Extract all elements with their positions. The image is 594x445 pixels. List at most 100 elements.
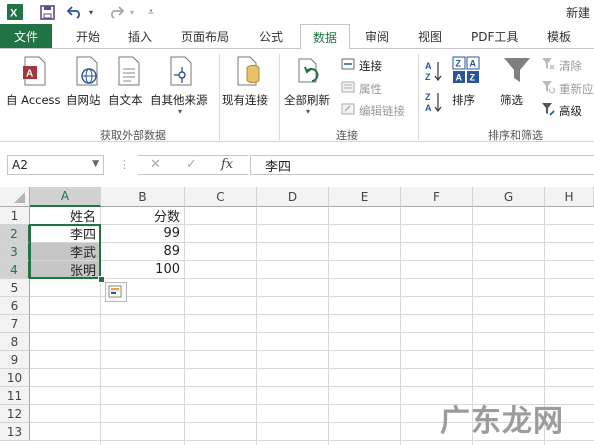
advanced-filter-button[interactable]: 高级 — [541, 102, 582, 119]
tab-home[interactable]: 开始 — [76, 24, 100, 48]
name-box-dropdown-icon[interactable]: ▼ — [92, 159, 99, 169]
sort-dialog-icon: ZAAZ — [452, 56, 482, 87]
redo-icon[interactable] — [107, 3, 125, 21]
other-sources-icon — [168, 56, 214, 89]
edit-links-button[interactable]: 编辑链接 — [341, 102, 405, 119]
row-header-2[interactable]: 2 — [0, 225, 30, 243]
from-web-label: 自网站 — [66, 93, 101, 107]
cell-B4[interactable]: 100 — [101, 261, 185, 279]
row-header-6[interactable]: 6 — [0, 297, 30, 315]
filter-label: 筛选 — [500, 93, 523, 107]
connections-label: 连接 — [359, 58, 382, 73]
tab-formulas[interactable]: 公式 — [259, 24, 283, 48]
tab-review[interactable]: 审阅 — [365, 24, 389, 48]
row-header-7[interactable]: 7 — [0, 315, 30, 333]
redo-dropdown-icon[interactable]: ▾ — [127, 3, 137, 21]
row-header-10[interactable]: 10 — [0, 369, 30, 387]
row-header-3[interactable]: 3 — [0, 243, 30, 261]
tab-insert[interactable]: 插入 — [128, 24, 152, 48]
sort-descending-button[interactable]: ZA — [425, 91, 443, 113]
svg-text:A: A — [425, 103, 432, 113]
quick-analysis-icon — [108, 285, 122, 298]
filter-funnel-icon — [503, 56, 534, 87]
column-header-C[interactable]: C — [185, 187, 257, 207]
ribbon-separator — [418, 54, 419, 140]
column-header-H[interactable]: H — [545, 187, 594, 207]
advanced-filter-label: 高级 — [559, 103, 582, 118]
row-header-11[interactable]: 11 — [0, 387, 30, 405]
cell-B1[interactable]: 分数 — [101, 207, 185, 225]
column-header-E[interactable]: E — [329, 187, 401, 207]
sort-descending-icon: ZA — [425, 92, 442, 113]
formula-input[interactable]: 李四 — [250, 155, 594, 175]
edit-links-label: 编辑链接 — [359, 103, 405, 118]
sort-ascending-button[interactable]: AZ — [425, 60, 443, 82]
refresh-all-button[interactable]: 全部刷新 ▾ — [284, 56, 336, 116]
tab-pdf-tools[interactable]: PDF工具 — [471, 24, 518, 48]
filter-button[interactable]: 筛选 — [500, 56, 534, 108]
column-header-B[interactable]: B — [101, 187, 185, 207]
insert-function-icon[interactable]: fx — [221, 157, 233, 172]
properties-button[interactable]: 属性 — [341, 80, 382, 97]
sort-label: 排序 — [452, 93, 475, 107]
refresh-all-label: 全部刷新 — [284, 93, 330, 107]
fill-handle[interactable] — [98, 276, 105, 283]
row-header-13[interactable]: 13 — [0, 423, 30, 441]
advanced-filter-icon — [541, 102, 555, 119]
tab-page-layout[interactable]: 页面布局 — [181, 24, 229, 48]
name-box[interactable]: A2 ▼ — [7, 155, 104, 175]
quick-analysis-button[interactable] — [105, 282, 127, 302]
row-header-8[interactable]: 8 — [0, 333, 30, 351]
svg-text:X: X — [10, 8, 18, 20]
cell-A2[interactable]: 李四 — [30, 225, 101, 243]
tab-view[interactable]: 视图 — [418, 24, 442, 48]
ribbon-separator — [219, 54, 220, 140]
column-header-A[interactable]: A — [30, 187, 101, 207]
watermark: 广东龙网 — [440, 404, 564, 439]
row-header-5[interactable]: 5 — [0, 279, 30, 297]
from-other-sources-button[interactable]: 自其他来源 ▾ — [150, 56, 214, 116]
from-access-button[interactable]: A 自 Access — [6, 56, 64, 108]
formula-bar-grip-icon: ⋮ — [119, 158, 130, 171]
cell-A3[interactable]: 李武 — [30, 243, 101, 261]
row-header-4[interactable]: 4 — [0, 261, 30, 279]
row-header-12[interactable]: 12 — [0, 405, 30, 423]
row-header-9[interactable]: 9 — [0, 351, 30, 369]
svg-text:A: A — [26, 69, 33, 80]
excel-app-icon[interactable]: X — [6, 3, 24, 21]
properties-label: 属性 — [359, 81, 382, 96]
connections-button[interactable]: 连接 — [341, 57, 382, 74]
from-text-button[interactable]: 自文本 — [108, 56, 148, 108]
column-header-D[interactable]: D — [257, 187, 329, 207]
existing-connections-button[interactable]: 现有连接 — [222, 56, 274, 108]
ribbon-separator — [279, 54, 280, 140]
clear-filter-button[interactable]: 清除 — [541, 57, 582, 74]
from-web-button[interactable]: 自网站 — [66, 56, 106, 108]
sort-ascending-icon: AZ — [425, 61, 442, 82]
enter-icon[interactable]: ✓ — [186, 157, 197, 172]
tab-templates[interactable]: 模板 — [547, 24, 571, 48]
sort-button[interactable]: ZAAZ 排序 — [450, 56, 482, 108]
cell-A1[interactable]: 姓名 — [30, 207, 101, 225]
properties-icon — [341, 80, 355, 97]
cell-B3[interactable]: 89 — [101, 243, 185, 261]
undo-dropdown-icon[interactable]: ▾ — [86, 3, 96, 21]
undo-icon[interactable] — [66, 3, 84, 21]
row-header-1[interactable]: 1 — [0, 207, 30, 225]
column-header-F[interactable]: F — [401, 187, 473, 207]
customize-icon[interactable]: ⩡ — [145, 3, 157, 21]
existing-connections-icon — [235, 56, 274, 89]
existing-connections-label: 现有连接 — [222, 93, 268, 107]
tab-data[interactable]: 数据 — [300, 24, 350, 49]
text-file-icon — [116, 56, 148, 89]
cancel-icon[interactable]: ✕ — [150, 157, 161, 172]
reapply-button[interactable]: 重新应 — [541, 80, 594, 97]
column-header-G[interactable]: G — [473, 187, 545, 207]
cell-B2[interactable]: 99 — [101, 225, 185, 243]
from-text-label: 自文本 — [108, 93, 143, 107]
select-all-button[interactable] — [0, 187, 30, 207]
save-icon[interactable] — [38, 3, 56, 21]
cell-A4[interactable]: 张明 — [30, 261, 101, 279]
name-box-value: A2 — [12, 158, 28, 172]
tab-file[interactable]: 文件 — [0, 24, 52, 48]
